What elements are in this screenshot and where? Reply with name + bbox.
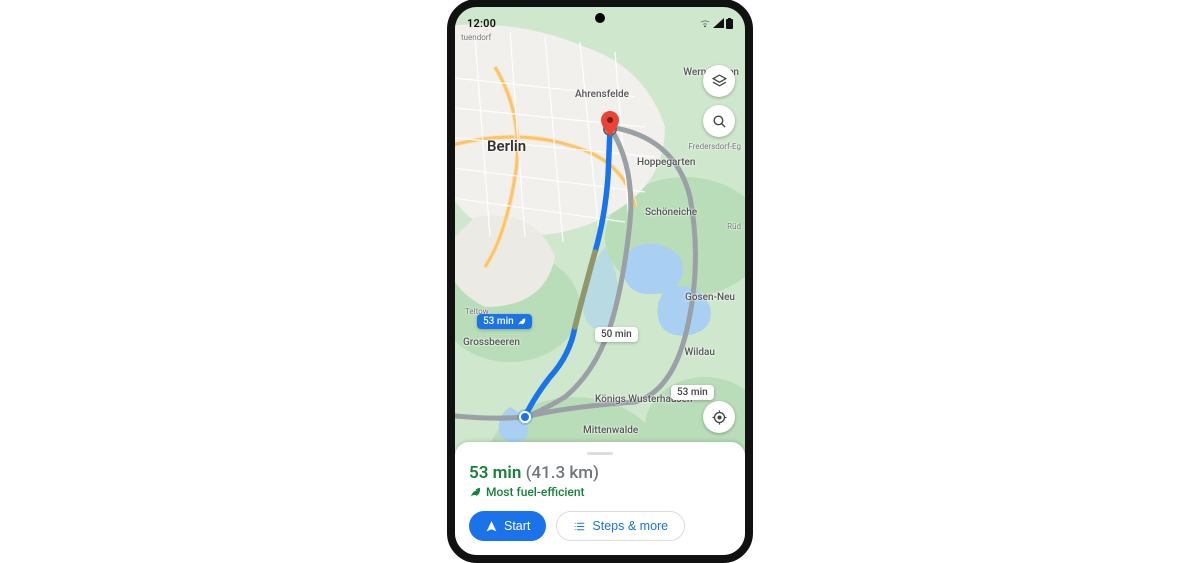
search-button[interactable]	[703, 105, 735, 137]
search-icon	[711, 113, 728, 130]
layers-icon	[711, 73, 728, 90]
recenter-button[interactable]	[703, 401, 735, 433]
list-icon	[573, 520, 586, 533]
route-summary-sheet[interactable]: 53 min (41.3 km) Most fuel-efficient Sta…	[455, 442, 745, 555]
sheet-grabber[interactable]	[587, 452, 613, 455]
label-hoppegarten: Hoppegarten	[637, 157, 695, 168]
label-gosen: Gosen-Neu	[685, 292, 735, 303]
label-wildau: Wildau	[685, 347, 716, 358]
label-ahrensfelde: Ahrensfelde	[575, 89, 629, 100]
label-grossbeeren: Grossbeeren	[463, 337, 520, 348]
crosshair-icon	[711, 409, 728, 426]
leaf-icon	[469, 486, 481, 498]
phone-frame: 12:00	[447, 0, 753, 563]
camera-cutout	[595, 13, 605, 23]
primary-route-time: 53 min	[483, 316, 514, 327]
label-berlin: Berlin	[487, 137, 526, 155]
signal-icon	[713, 18, 724, 28]
wifi-icon	[699, 18, 711, 28]
route-distance: (41.3 km)	[526, 463, 599, 483]
route-headline: 53 min (41.3 km)	[469, 463, 731, 483]
navigation-icon	[485, 520, 498, 533]
label-mittenwalde: Mittenwalde	[583, 425, 638, 436]
eco-badge: Most fuel-efficient	[469, 485, 731, 499]
status-icons	[699, 18, 733, 29]
primary-route-chip[interactable]: 53 min	[477, 314, 532, 329]
leaf-icon	[517, 317, 526, 326]
label-schoneiche: Schöneiche	[645, 207, 697, 218]
route-duration: 53 min	[469, 463, 521, 483]
alt-route-1-chip[interactable]: 50 min	[595, 327, 638, 342]
start-button[interactable]: Start	[469, 511, 546, 541]
steps-button[interactable]: Steps & more	[556, 511, 685, 541]
label-fredersdorf: Fredersdorf-Eg	[688, 142, 741, 151]
layers-button[interactable]	[703, 65, 735, 97]
status-time: 12:00	[467, 17, 496, 30]
battery-icon	[726, 18, 733, 29]
eco-label: Most fuel-efficient	[486, 485, 585, 499]
label-rud: Rüd	[727, 222, 741, 231]
alt-route-2-chip[interactable]: 53 min	[671, 385, 714, 400]
